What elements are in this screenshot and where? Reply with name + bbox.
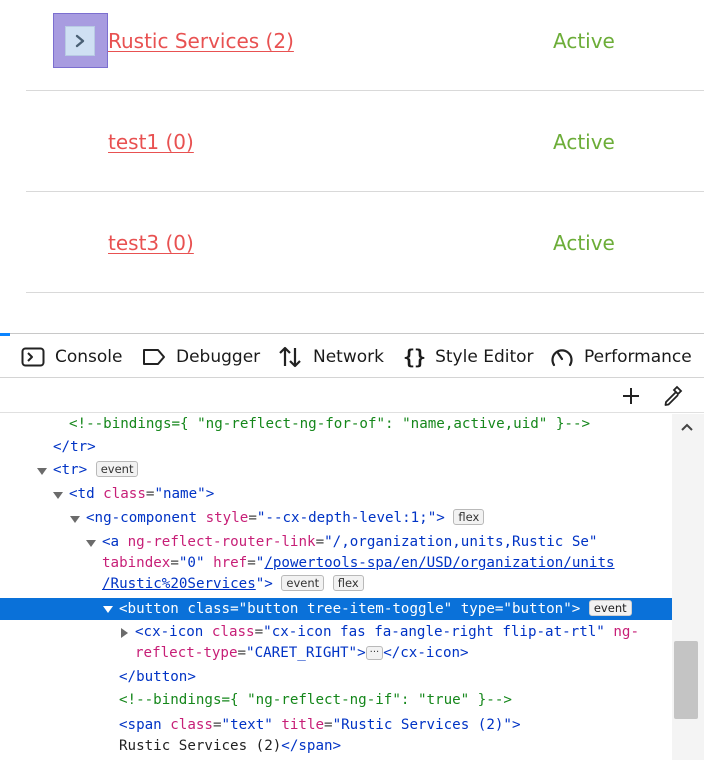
color-picker-button[interactable] [660, 383, 686, 409]
unit-status: Active [553, 231, 615, 255]
expand-toggle-icon[interactable] [70, 516, 80, 523]
devtools-panel: Console Debugger Network {} Style Editor… [0, 333, 704, 760]
event-badge[interactable]: event [281, 575, 325, 591]
markup-line[interactable]: reflect-type="CARET_RIGHT"> ··· </cx-icon> [0, 643, 672, 664]
performance-icon [551, 349, 573, 367]
unit-name-link[interactable]: test3 (0) [108, 231, 194, 255]
href-link[interactable]: /Rustic%20Services [102, 576, 256, 592]
tab-performance[interactable]: Performance [550, 336, 692, 378]
unit-status: Active [553, 29, 615, 53]
markup-line[interactable]: <!--bindings={ "ng-reflect-ng-if": "true… [0, 690, 672, 711]
scroll-up-icon[interactable] [680, 422, 694, 432]
tab-console[interactable]: Console [21, 336, 123, 378]
markup-line[interactable]: <cx-icon class="cx-icon fas fa-angle-rig… [0, 622, 672, 643]
expand-toggle-icon[interactable] [86, 540, 96, 547]
markup-line[interactable]: <span class="text" title="Rustic Service… [0, 715, 672, 736]
tab-label: Debugger [176, 347, 261, 367]
tab-label: Performance [584, 347, 692, 367]
devtools-tab-bar: Console Debugger Network {} Style Editor… [0, 336, 704, 378]
table-row: test1 (0) Active [26, 91, 704, 192]
event-badge[interactable]: event [588, 600, 632, 616]
flex-badge[interactable]: flex [453, 509, 485, 525]
console-icon [21, 347, 45, 367]
network-icon [279, 346, 301, 368]
inspector-highlight [53, 13, 108, 68]
markup-scrollbar[interactable] [672, 414, 704, 760]
collapsed-children-ellipsis[interactable]: ··· [365, 646, 384, 660]
href-link[interactable]: /powertools-spa/en/USD/organization/unit… [264, 555, 614, 571]
markup-line[interactable]: </tr> [0, 437, 672, 458]
debugger-icon [143, 349, 165, 365]
markup-line-selected[interactable]: <button class="button tree-item-toggle" … [0, 598, 672, 620]
event-badge[interactable]: event [95, 461, 139, 477]
tab-label: Console [55, 347, 123, 367]
markup-line[interactable]: /Rustic%20Services"> event flex [0, 574, 672, 595]
expand-toggle-icon[interactable] [103, 606, 113, 613]
markup-line[interactable]: Rustic Services (2)</span> [0, 736, 672, 757]
chevron-right-icon [75, 34, 85, 48]
table-row: Rustic Services (2) Active [26, 0, 704, 91]
flex-badge[interactable]: flex [332, 575, 364, 591]
markup-line[interactable]: <!--bindings={ "ng-reflect-ng-for-of": "… [0, 414, 672, 435]
tree-item-toggle-button[interactable] [65, 26, 95, 56]
scrollbar-thumb[interactable] [674, 641, 698, 719]
expand-toggle-icon[interactable] [121, 628, 128, 638]
add-node-button[interactable] [618, 383, 644, 409]
style-editor-icon: {} [403, 345, 426, 369]
unit-name-link[interactable]: test1 (0) [108, 130, 194, 154]
tab-debugger[interactable]: Debugger [142, 336, 260, 378]
eyedropper-icon [664, 385, 683, 406]
markup-line[interactable]: <ng-component style="--cx-depth-level:1;… [0, 508, 672, 529]
unit-name-link[interactable]: Rustic Services (2) [108, 29, 294, 53]
inspector-toolbar [0, 379, 704, 413]
application-page: Rustic Services (2) Active test1 (0) Act… [0, 0, 704, 333]
unit-status: Active [553, 130, 615, 154]
markup-view: <!--bindings={ "ng-reflect-ng-for-of": "… [0, 414, 672, 760]
plus-icon [623, 388, 639, 404]
expand-toggle-icon[interactable] [53, 492, 63, 499]
tab-label: Style Editor [435, 347, 534, 367]
markup-line[interactable]: <td class="name"> [0, 484, 672, 505]
markup-line[interactable]: <tr> event [0, 460, 672, 481]
table-row: test3 (0) Active [26, 192, 704, 293]
markup-line[interactable]: tabindex="0" href="/powertools-spa/en/US… [0, 553, 672, 574]
markup-line[interactable]: <a ng-reflect-router-link="/,organizatio… [0, 532, 672, 553]
tab-network[interactable]: Network [277, 336, 384, 378]
markup-line[interactable]: </button> [0, 667, 672, 688]
tab-style-editor[interactable]: {} Style Editor [403, 336, 534, 378]
tab-label: Network [313, 347, 384, 367]
expand-toggle-icon[interactable] [37, 468, 47, 475]
